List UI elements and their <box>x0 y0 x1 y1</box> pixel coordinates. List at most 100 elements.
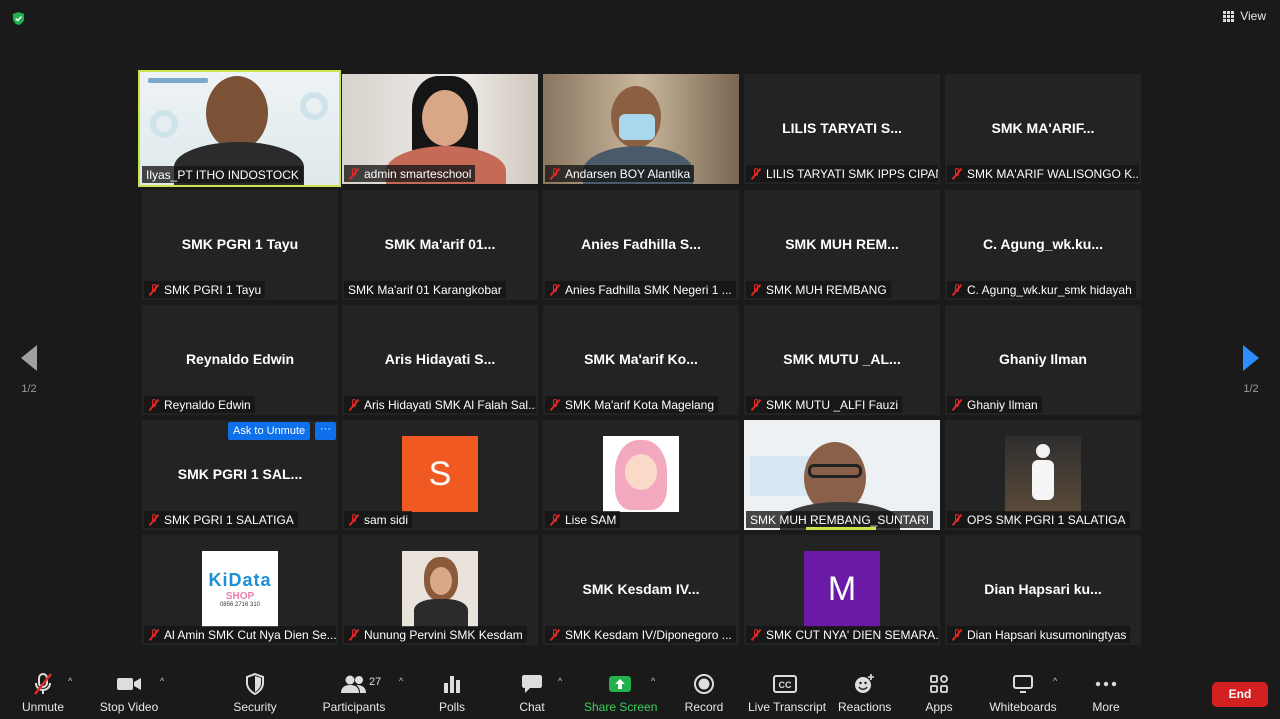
shop-logo-subtext: SHOP <box>225 591 255 602</box>
chat-options-caret-icon[interactable]: ^ <box>558 676 562 686</box>
stop-video-button[interactable]: Stop Video <box>98 672 160 714</box>
microphone-muted-icon <box>951 628 963 642</box>
view-button[interactable]: View <box>1223 9 1266 23</box>
whiteboards-button[interactable]: Whiteboards <box>988 672 1058 714</box>
avatar-initial: S <box>428 454 452 493</box>
participant-tile[interactable]: Andarsen BOY Alantika <box>543 74 739 184</box>
participant-tile[interactable]: Nunung Pervini SMK Kesdam <box>342 535 538 645</box>
profile-picture <box>1005 436 1081 512</box>
ask-to-unmute-button[interactable]: Ask to Unmute <box>228 422 311 440</box>
participant-tile[interactable]: KiData SHOP 0856 2716 310 Al Amin SMK Cut N… <box>142 535 338 645</box>
chat-button[interactable]: Chat <box>516 672 548 714</box>
participant-more-button[interactable]: ··· <box>315 422 336 440</box>
whiteboards-label: Whiteboards <box>989 700 1057 714</box>
record-label: Record <box>684 700 724 714</box>
participant-name-label: Lise SAM <box>545 511 621 528</box>
participant-tile[interactable]: SMK MUH REM... SMK MUH REMBANG <box>744 190 940 300</box>
participant-name-display: Ghaniy Ilman <box>999 351 1087 367</box>
participant-tile[interactable]: SMK MA'ARIF... SMK MA'ARIF WALISONGO K... <box>945 74 1141 184</box>
apps-button[interactable]: Apps <box>922 672 956 714</box>
participant-name-label: SMK CUT NYA' DIEN SEMARA... <box>746 626 938 643</box>
profile-picture: KiData SHOP 0856 2716 310 <box>202 551 278 627</box>
unmute-label: Unmute <box>21 700 65 714</box>
participant-tile[interactable]: SMK PGRI 1 Tayu SMK PGRI 1 Tayu <box>142 190 338 300</box>
participant-tile[interactable]: M SMK CUT NYA' DIEN SEMARA... <box>744 535 940 645</box>
participant-tile[interactable]: SMK PGRI 1 SAL... Ask to Unmute ··· SMK PGR… <box>142 420 338 530</box>
participants-label: Participants <box>322 700 386 714</box>
participant-name-label: SMK MUH REMBANG_SUNTARI <box>746 511 934 528</box>
video-options-caret-icon[interactable]: ^ <box>160 676 164 686</box>
participant-tile[interactable]: Dian Hapsari ku... Dian Hapsari kusumonin… <box>945 535 1141 645</box>
more-label: More <box>1092 700 1120 714</box>
participant-tile[interactable]: SMK MUH REMBANG_SUNTARI <box>744 420 940 530</box>
audio-options-caret-icon[interactable]: ^ <box>68 676 72 686</box>
security-shield-icon <box>12 11 25 26</box>
participant-name: Ghaniy Ilman <box>967 398 1038 412</box>
participant-name-label: admin smarteschool <box>344 165 476 182</box>
participant-name-label: Aris Hidayati SMK Al Falah Sal... <box>344 396 536 413</box>
page-indicator-left: 1/2 <box>21 383 37 395</box>
record-button[interactable]: Record <box>684 672 724 714</box>
participant-tile[interactable]: LILIS TARYATI S... LILIS TARYATI SMK IPPS… <box>744 74 940 184</box>
participant-tile[interactable]: C. Agung_wk.ku... C. Agung_wk.kur_smk hid… <box>945 190 1141 300</box>
participants-count: 27 <box>369 676 382 688</box>
arrow-left-icon <box>21 345 37 371</box>
polls-button[interactable]: Polls <box>436 672 468 714</box>
participant-name-display: SMK MUH REM... <box>785 236 899 252</box>
participant-name-label: SMK MA'ARIF WALISONGO K... <box>947 165 1139 182</box>
participant-tile[interactable]: Ssam sidi <box>342 420 538 530</box>
chat-icon <box>522 675 542 693</box>
share-screen-button[interactable]: Share Screen <box>584 672 657 714</box>
apps-icon <box>930 675 948 693</box>
participant-name: SMK MA'ARIF WALISONGO K... <box>967 167 1139 181</box>
participant-tile[interactable]: admin smarteschool <box>342 74 538 184</box>
security-button[interactable]: Security <box>231 672 279 714</box>
whiteboards-options-caret-icon[interactable]: ^ <box>1053 676 1057 686</box>
polls-icon <box>444 676 460 693</box>
participant-name: Anies Fadhilla SMK Negeri 1 ... <box>565 283 732 297</box>
participant-name-display: SMK PGRI 1 Tayu <box>181 236 299 252</box>
microphone-muted-icon <box>549 283 561 297</box>
participant-tile[interactable]: SMK Ma'arif 01... SMK Ma'arif 01 Karangko… <box>342 190 538 300</box>
participant-tile[interactable]: SMK Kesdam IV... SMK Kesdam IV/Diponegoro… <box>543 535 739 645</box>
participant-tile[interactable]: Ghaniy Ilman Ghaniy Ilman <box>945 305 1141 415</box>
next-page-button[interactable]: 1/2 <box>1236 345 1266 395</box>
participant-name: SMK PGRI 1 Tayu <box>164 283 262 297</box>
live-transcript-button[interactable]: CC Live Transcript <box>748 672 826 714</box>
participant-name: Andarsen BOY Alantika <box>565 167 691 181</box>
microphone-muted-icon <box>148 283 160 297</box>
participant-name-label: SMK Ma'arif 01 Karangkobar <box>344 281 506 298</box>
share-options-caret-icon[interactable]: ^ <box>651 676 655 686</box>
microphone-muted-icon <box>750 283 762 297</box>
microphone-muted-icon <box>348 167 360 181</box>
avatar-initial: M <box>827 569 857 608</box>
more-button[interactable]: More <box>1088 672 1124 714</box>
reactions-button[interactable]: Reactions <box>838 672 891 714</box>
apps-label: Apps <box>925 700 953 714</box>
participant-tile[interactable]: OPS SMK PGRI 1 SALATIGA <box>945 420 1141 530</box>
security-label: Security <box>233 700 277 714</box>
stop-video-label: Stop Video <box>99 700 159 714</box>
microphone-muted-icon <box>549 513 561 527</box>
participant-tile[interactable]: Lise SAM <box>543 420 739 530</box>
end-meeting-button[interactable]: End <box>1212 682 1268 707</box>
participant-tile[interactable]: Anies Fadhilla S... Anies Fadhilla SMK Ne… <box>543 190 739 300</box>
participant-tile[interactable]: Ilyas_PT ITHO INDOSTOCK <box>138 70 341 187</box>
top-bar: View <box>0 0 1280 38</box>
participant-tile[interactable]: Reynaldo Edwin Reynaldo Edwin <box>142 305 338 415</box>
participant-name-display: SMK MUTU _AL... <box>783 351 901 367</box>
previous-page-button[interactable]: 1/2 <box>14 345 44 395</box>
participant-name: sam sidi <box>364 513 409 527</box>
participant-name-display: SMK PGRI 1 SAL... <box>177 466 303 482</box>
participant-tile[interactable]: SMK Ma'arif Ko... SMK Ma'arif Kota Magela… <box>543 305 739 415</box>
participant-name: Reynaldo Edwin <box>164 398 251 412</box>
chat-label: Chat <box>519 700 545 714</box>
unmute-button[interactable]: Unmute <box>18 672 68 714</box>
participant-name-label: Al Amin SMK Cut Nya Dien Se... <box>144 626 336 643</box>
participant-name-label: SMK PGRI 1 SALATIGA <box>144 511 298 528</box>
participant-tile[interactable]: Aris Hidayati S... Aris Hidayati SMK Al F… <box>342 305 538 415</box>
shop-logo-text: KiData <box>208 570 272 590</box>
participants-options-caret-icon[interactable]: ^ <box>399 676 403 686</box>
share-screen-icon <box>609 676 631 692</box>
participant-tile[interactable]: SMK MUTU _AL... SMK MUTU _ALFI Fauzi <box>744 305 940 415</box>
